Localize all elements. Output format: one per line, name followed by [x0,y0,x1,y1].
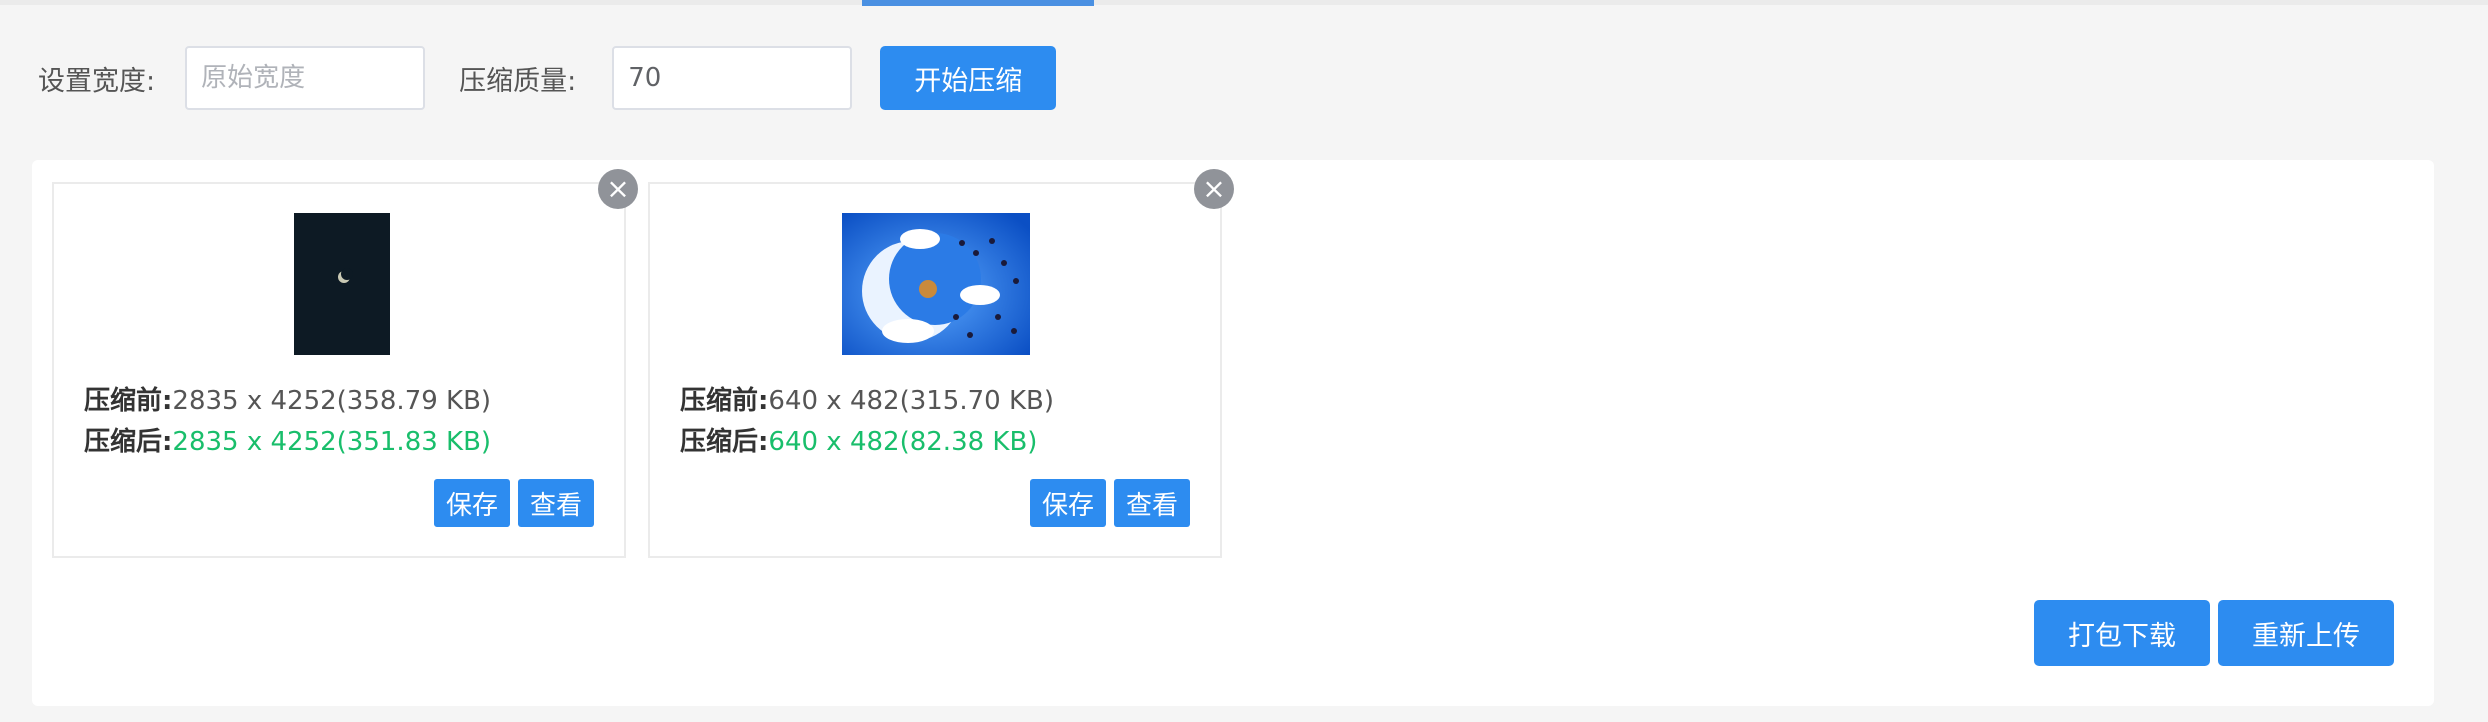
before-value: 2835 x 4252(358.79 KB) [172,386,492,416]
after-label: 压缩后: [680,427,769,457]
compress-controls: 设置宽度: 压缩质量: 开始压缩 [38,46,1057,110]
start-compress-button[interactable]: 开始压缩 [880,46,1057,110]
image-card: × 压缩前:2835 x 4252(358.79 KB) 压缩后:2835 x … [52,169,638,558]
save-button[interactable]: 保存 [1029,479,1106,527]
card-actions: 保存 查看 [1022,479,1190,527]
night-moon-thumbnail [294,213,390,355]
after-value: 640 x 482(82.38 KB) [768,427,1038,457]
panel-actions: 打包下载 重新上传 [2026,600,2394,666]
quality-input[interactable] [612,46,853,110]
save-button[interactable]: 保存 [433,479,510,527]
download-zip-button[interactable]: 打包下载 [2034,600,2210,666]
moon-music-thumbnail [842,213,1030,355]
close-icon[interactable]: × [598,169,638,209]
reupload-button[interactable]: 重新上传 [2218,600,2394,666]
before-label: 压缩前: [84,386,173,416]
top-border [0,0,2488,5]
image-thumbnail [842,213,1030,355]
after-label: 压缩后: [84,427,173,457]
width-label: 设置宽度: [38,65,156,97]
after-value: 2835 x 4252(351.83 KB) [172,427,492,457]
active-tab-indicator [862,0,1094,6]
view-button[interactable]: 查看 [1113,479,1190,527]
card-actions: 保存 查看 [426,479,594,527]
quality-label: 压缩质量: [459,65,577,97]
image-card: × 压缩前:640 x 482(315.70 KB) 压缩后:640 x 482… [648,169,1234,558]
width-input[interactable] [185,46,426,110]
size-after: 压缩后:640 x 482(82.38 KB) [680,421,1037,458]
image-thumbnail [294,213,390,355]
before-value: 640 x 482(315.70 KB) [768,386,1054,416]
view-button[interactable]: 查看 [517,479,594,527]
results-panel: × 压缩前:2835 x 4252(358.79 KB) 压缩后:2835 x … [32,160,2434,706]
close-icon[interactable]: × [1194,169,1234,209]
size-before: 压缩前:2835 x 4252(358.79 KB) [84,380,491,417]
before-label: 压缩前: [680,386,769,416]
size-after: 压缩后:2835 x 4252(351.83 KB) [84,421,491,458]
size-before: 压缩前:640 x 482(315.70 KB) [680,380,1054,417]
